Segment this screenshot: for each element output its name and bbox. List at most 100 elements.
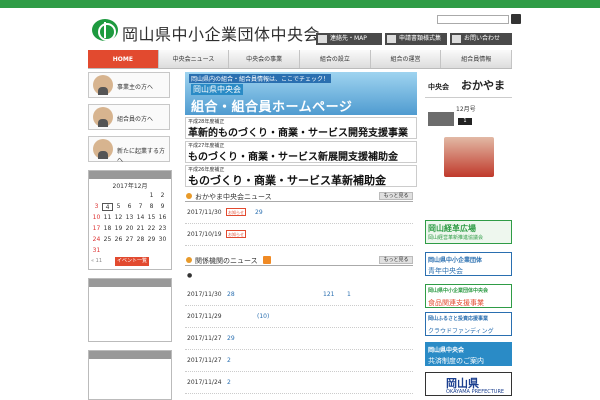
calendar-day[interactable]: 20 xyxy=(124,225,135,233)
calendar-day[interactable]: 4 xyxy=(102,203,113,211)
news-row[interactable]: 2017/10/19 お知らせ xyxy=(185,224,413,246)
nav-establish[interactable]: 組合の設立 xyxy=(300,50,371,68)
okayama-newsletter-header[interactable]: 中央会 おかやま xyxy=(425,72,512,98)
related-more-button[interactable]: もっと見る xyxy=(379,256,413,264)
subsidy-banner-h27[interactable]: 平成27年度補正 ものづくり・商業・サービス新展開支援補助金 xyxy=(185,141,417,163)
subsidy-banner-h26[interactable]: 平成26年度補正 ものづくり・商業・サービス革新補助金 xyxy=(185,165,417,187)
rss-icon[interactable] xyxy=(263,256,271,264)
calendar-day[interactable]: 18 xyxy=(102,225,113,233)
calendar-day[interactable]: 16 xyxy=(157,214,168,222)
main-nav: HOME 中央会ニュース 中央会の事業 組合の設立 組合の運営 組合員情報 xyxy=(88,50,513,69)
nav-home[interactable]: HOME xyxy=(88,50,159,68)
calendar-day[interactable]: 12 xyxy=(113,214,124,222)
related-link[interactable]: (10) xyxy=(257,313,269,320)
related-title: 関係機関のニュース xyxy=(195,257,258,265)
table-row[interactable]: 2017/11/30 28 121 1 xyxy=(185,284,413,306)
calendar-day[interactable]: 21 xyxy=(135,225,146,233)
calendar-day[interactable]: 3 xyxy=(91,203,102,211)
banner-subtitle: 青年中央会 xyxy=(428,267,463,275)
calendar-day[interactable]: 28 xyxy=(135,236,146,244)
calendar-day[interactable]: 14 xyxy=(135,214,146,222)
inquiry-link[interactable]: お問い合わせ xyxy=(450,33,512,45)
nav-news[interactable]: 中央会ニュース xyxy=(159,50,230,68)
table-row[interactable]: 2017/11/27 2 xyxy=(185,350,413,372)
sidebar-box-header xyxy=(89,351,171,359)
news-date: 2017/11/30 xyxy=(187,209,222,216)
calendar-day[interactable]: 26 xyxy=(113,236,124,244)
sidebar-business-owners[interactable]: 事業主の方へ xyxy=(88,72,170,98)
calendar-day[interactable]: 30 xyxy=(157,236,168,244)
event-calendar: 2017年12月 1 2 3 4 5 6 7 8 9 10 11 12 13 14 15 16 17 18 19 20… xyxy=(88,170,172,270)
banner-text-box: 平成28年度補正 革新的ものづくり・商業・サービス開発支援事業 xyxy=(185,117,417,139)
related-link[interactable]: 28 xyxy=(227,291,235,298)
sidebar-new-startups[interactable]: 新たに起業する方へ xyxy=(88,136,170,164)
calendar-day[interactable]: 2 xyxy=(157,192,168,200)
banner-tagline: 岡山県内の組合・組合員情報は、ここでチェック！ xyxy=(189,74,332,83)
related-link[interactable]: 2 xyxy=(227,379,231,386)
sidebar-box-1 xyxy=(88,278,172,342)
sidebar-members[interactable]: 組合員の方へ xyxy=(88,104,170,130)
inquiry-label: お問い合わせ xyxy=(464,35,501,42)
member-homepage-banner[interactable]: 岡山県内の組合・組合員情報は、ここでチェック！ 岡山県中央会 組合・組合員ホーム… xyxy=(185,72,417,115)
news-link[interactable]: 29 xyxy=(255,209,263,216)
right-banner-youth[interactable]: 岡山県中小企業団体 青年中央会 xyxy=(425,252,512,276)
event-list-button[interactable]: イベント一覧 xyxy=(115,257,149,266)
related-link[interactable]: 2 xyxy=(227,357,231,364)
calendar-day[interactable]: 1 xyxy=(146,192,157,200)
news-row[interactable]: 2017/11/30 お知らせ 29 xyxy=(185,202,413,224)
calendar-day[interactable]: 29 xyxy=(146,236,157,244)
calendar-day[interactable]: 11 xyxy=(102,214,113,222)
calendar-day[interactable]: 24 xyxy=(91,236,102,244)
table-row[interactable]: 2017/11/29 (10) xyxy=(185,306,413,328)
right-banner-kyosai[interactable]: 岡山県中央会 共済制度のご案内 xyxy=(425,342,512,366)
calendar-day[interactable]: 15 xyxy=(146,214,157,222)
subsidy-banner-h28[interactable]: 平成28年度補正 革新的ものづくり・商業・サービス開発支援事業 xyxy=(185,117,417,139)
related-link[interactable]: 121 xyxy=(323,291,334,298)
table-row[interactable]: 2017/11/24 2 xyxy=(185,372,413,394)
search-button[interactable] xyxy=(511,14,521,24)
calendar-day[interactable]: 27 xyxy=(124,236,135,244)
forms-link[interactable]: 申請書類様式集 xyxy=(385,33,447,45)
newsletter-cover-image[interactable] xyxy=(444,137,494,177)
banner-subtitle: OKAYAMA PREFECTURE xyxy=(446,389,505,395)
related-link[interactable]: 1 xyxy=(347,291,351,298)
news-tag: お知らせ xyxy=(226,230,246,238)
nav-member-info[interactable]: 組合員情報 xyxy=(441,50,513,68)
calendar-day[interactable]: 22 xyxy=(146,225,157,233)
news-date: 2017/10/19 xyxy=(187,231,222,238)
table-row[interactable]: 2017/11/27 29 xyxy=(185,328,413,350)
calendar-day[interactable]: 31 xyxy=(91,247,102,255)
calendar-prev-link[interactable]: « 11 xyxy=(91,258,102,264)
calendar-day[interactable]: 19 xyxy=(113,225,124,233)
right-banner-kakushin[interactable]: 岡山経革広場 岡山経営革新推進協議会 xyxy=(425,220,512,244)
news-more-button[interactable]: もっと見る xyxy=(379,192,413,200)
search-input[interactable] xyxy=(437,15,509,24)
calendar-day[interactable]: 5 xyxy=(113,203,124,211)
calendar-day[interactable]: 8 xyxy=(146,203,157,211)
banner-title: ものづくり・商業・サービス新展開支援補助金 xyxy=(188,152,398,163)
calendar-day[interactable]: 6 xyxy=(124,203,135,211)
calendar-day[interactable]: 17 xyxy=(91,225,102,233)
right-banner-prefecture[interactable]: 岡山県 OKAYAMA PREFECTURE xyxy=(425,372,512,396)
calendar-empty-cell xyxy=(135,192,146,200)
sidebar-item-label: 新たに起業する方へ xyxy=(117,148,166,164)
banner-text-box: 平成27年度補正 ものづくり・商業・サービス新展開支援補助金 xyxy=(185,141,417,163)
right-banner-food[interactable]: 岡山県中小企業団体中央会 食品関連支援事業 xyxy=(425,284,512,308)
contact-map-link[interactable]: 連絡先・MAP xyxy=(316,33,382,45)
sidebar-item-label: 事業主の方へ xyxy=(117,84,154,91)
site-title[interactable]: 岡山県中小企業団体中央会 xyxy=(122,21,320,45)
nav-operation[interactable]: 組合の運営 xyxy=(371,50,442,68)
banner-text-box: 平成26年度補正 ものづくり・商業・サービス革新補助金 xyxy=(185,165,417,187)
calendar-day[interactable]: 13 xyxy=(124,214,135,222)
sidebar-box-header xyxy=(89,279,171,287)
related-header: 関係機関のニュース もっと見る xyxy=(185,254,413,266)
calendar-day[interactable]: 25 xyxy=(102,236,113,244)
site-logo-icon[interactable] xyxy=(92,19,118,41)
right-banner-crowdfunding[interactable]: 岡山ふるさと投資応援事業 クラウドファンディング xyxy=(425,312,512,336)
related-link[interactable]: 29 xyxy=(227,335,235,342)
calendar-day[interactable]: 23 xyxy=(157,225,168,233)
calendar-day[interactable]: 9 xyxy=(157,203,168,211)
nav-projects[interactable]: 中央会の事業 xyxy=(229,50,301,68)
calendar-day[interactable]: 10 xyxy=(91,214,102,222)
calendar-day[interactable]: 7 xyxy=(135,203,146,211)
